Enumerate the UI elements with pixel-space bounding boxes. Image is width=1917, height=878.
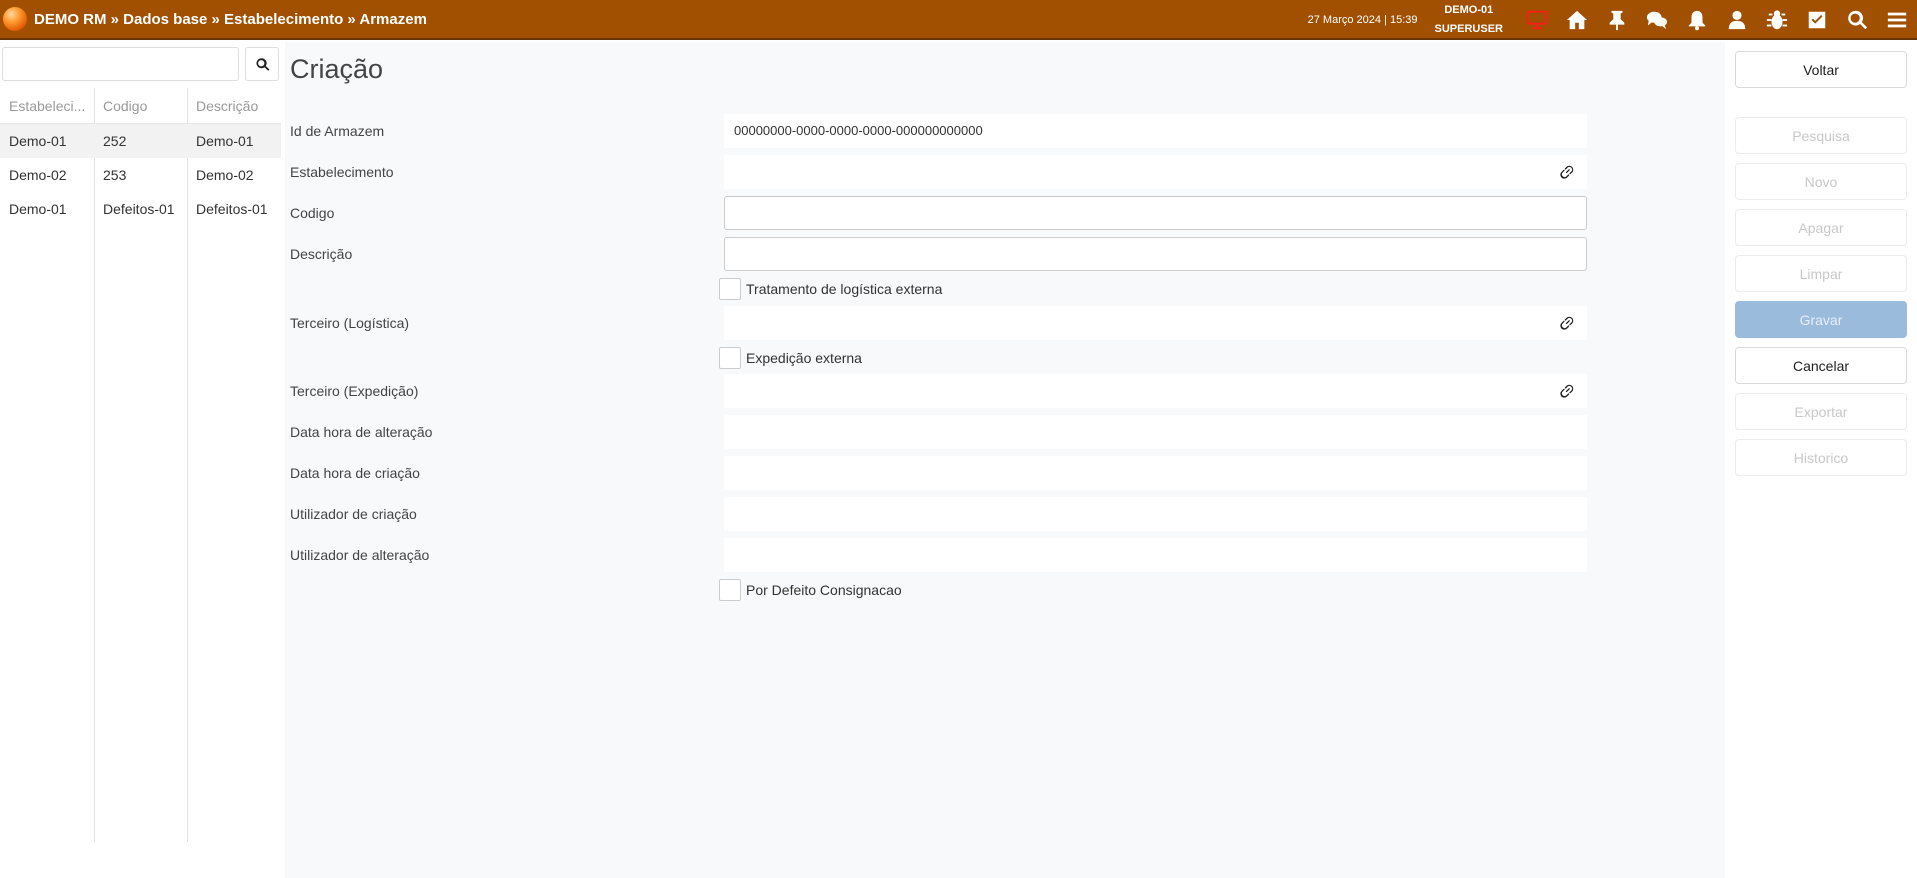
field-row-utilizador-alteracao: Utilizador de alteração [290, 538, 1720, 572]
app-logo[interactable] [3, 7, 27, 31]
expedicao-externa-checkbox-row: Expedição externa [719, 346, 862, 370]
column-header-estabelecimento[interactable]: Estabeleci... [0, 88, 94, 123]
link-icon[interactable] [1559, 315, 1575, 331]
screen-icon[interactable] [1517, 0, 1557, 40]
novo-button[interactable]: Novo [1735, 163, 1907, 200]
terceiro-logistica-field[interactable] [724, 306, 1587, 340]
menu-icon[interactable] [1877, 0, 1917, 40]
home-icon[interactable] [1557, 0, 1597, 40]
pin-icon[interactable] [1597, 0, 1637, 40]
field-row-terceiro-expedicao: Terceiro (Expedição) [290, 374, 1720, 408]
list-search-button[interactable] [245, 47, 279, 81]
check-icon[interactable] [1797, 0, 1837, 40]
table-row[interactable]: Demo-02 253 Demo-02 [0, 158, 281, 192]
cancelar-button[interactable]: Cancelar [1735, 347, 1907, 384]
estabelecimento-field[interactable] [724, 155, 1587, 189]
data-criacao-field [724, 456, 1587, 490]
field-label: Codigo [290, 205, 335, 221]
bell-icon[interactable] [1677, 0, 1717, 40]
field-row-utilizador-criacao: Utilizador de criação [290, 497, 1720, 531]
user-label: SUPERUSER [1434, 23, 1503, 35]
descricao-input[interactable] [724, 237, 1587, 271]
field-row-estabelecimento: Estabelecimento [290, 155, 1720, 189]
apagar-button[interactable]: Apagar [1735, 209, 1907, 246]
field-label: Data hora de criação [290, 465, 420, 481]
list-table: Estabeleci... Codigo Descrição Demo-01 2… [0, 88, 281, 226]
cell-codigo: 252 [103, 133, 127, 149]
link-icon[interactable] [1559, 164, 1575, 180]
table-row[interactable]: Demo-01 252 Demo-01 [0, 124, 281, 158]
field-row-descricao: Descrição [290, 237, 1720, 271]
cell-estabelecimento: Demo-01 [9, 201, 67, 217]
expedicao-externa-checkbox[interactable] [719, 347, 741, 369]
field-row-data-alteracao: Data hora de alteração [290, 415, 1720, 449]
cell-codigo: 253 [103, 167, 127, 183]
por-defeito-consignacao-checkbox[interactable] [719, 579, 741, 601]
por-defeito-consignacao-checkbox-row: Por Defeito Consignacao [719, 578, 902, 602]
field-row-data-criacao: Data hora de criação [290, 456, 1720, 490]
historico-button[interactable]: Historico [1735, 439, 1907, 476]
checkbox-label: Por Defeito Consignacao [746, 582, 902, 598]
cell-estabelecimento: Demo-01 [9, 133, 67, 149]
pesquisa-button[interactable]: Pesquisa [1735, 117, 1907, 154]
cell-descricao: Demo-01 [196, 133, 254, 149]
field-label: Terceiro (Logística) [290, 315, 410, 331]
tratamento-logistica-checkbox-row: Tratamento de logística externa [719, 277, 942, 301]
cell-descricao: Demo-02 [196, 167, 254, 183]
page-title: Criação [290, 54, 384, 84]
column-header-descricao[interactable]: Descrição [187, 88, 281, 123]
terceiro-expedicao-field[interactable] [724, 374, 1587, 408]
cell-estabelecimento: Demo-02 [9, 167, 67, 183]
search-icon [255, 57, 269, 71]
codigo-input[interactable] [724, 196, 1587, 230]
user-info[interactable]: DEMO-01 SUPERUSER [1435, 1, 1503, 39]
current-datetime: 27 Março 2024 | 15:39 [1307, 14, 1418, 26]
checkbox-label: Tratamento de logística externa [746, 281, 943, 297]
breadcrumb[interactable]: DEMO RM » Dados base » Estabelecimento »… [34, 11, 427, 28]
field-row-id-armazem: Id de Armazem 00000000-0000-0000-0000-00… [290, 114, 1720, 148]
field-label: Descrição [290, 246, 353, 262]
data-alteracao-field [724, 415, 1587, 449]
field-label: Utilizador de alteração [290, 547, 430, 563]
column-header-codigo[interactable]: Codigo [94, 88, 187, 123]
establishment-label: DEMO-01 [1444, 4, 1494, 16]
list-search-input[interactable] [2, 47, 239, 81]
top-bar-right: 27 Março 2024 | 15:39 DEMO-01 SUPERUSER [1308, 0, 1917, 40]
list-panel: Estabeleci... Codigo Descrição Demo-01 2… [0, 42, 285, 842]
id-armazem-field: 00000000-0000-0000-0000-000000000000 [724, 114, 1587, 148]
checkbox-label: Expedição externa [746, 350, 862, 366]
gravar-button[interactable]: Gravar [1735, 301, 1907, 338]
utilizador-alteracao-field [724, 538, 1587, 572]
exportar-button[interactable]: Exportar [1735, 393, 1907, 430]
search-icon[interactable] [1837, 0, 1877, 40]
field-label: Data hora de alteração [290, 424, 433, 440]
bug-icon[interactable] [1757, 0, 1797, 40]
link-icon[interactable] [1559, 383, 1575, 399]
voltar-button[interactable]: Voltar [1735, 51, 1907, 88]
user-icon[interactable] [1717, 0, 1757, 40]
table-header: Estabeleci... Codigo Descrição [0, 88, 281, 124]
limpar-button[interactable]: Limpar [1735, 255, 1907, 292]
chat-icon[interactable] [1637, 0, 1677, 40]
field-label: Terceiro (Expedição) [290, 383, 419, 399]
tratamento-logistica-checkbox[interactable] [719, 278, 741, 300]
field-label: Utilizador de criação [290, 506, 417, 522]
form-area: Criação Id de Armazem 00000000-0000-0000… [285, 42, 1725, 878]
top-bar: DEMO RM » Dados base » Estabelecimento »… [0, 0, 1917, 40]
table-row[interactable]: Demo-01 Defeitos-01 Defeitos-01 [0, 192, 281, 226]
field-row-codigo: Codigo [290, 196, 1720, 230]
utilizador-criacao-field [724, 497, 1587, 531]
field-label: Estabelecimento [290, 164, 394, 180]
cell-descricao: Defeitos-01 [196, 201, 268, 217]
field-label: Id de Armazem [290, 123, 385, 139]
field-row-terceiro-logistica: Terceiro (Logística) [290, 306, 1720, 340]
cell-codigo: Defeitos-01 [103, 201, 175, 217]
